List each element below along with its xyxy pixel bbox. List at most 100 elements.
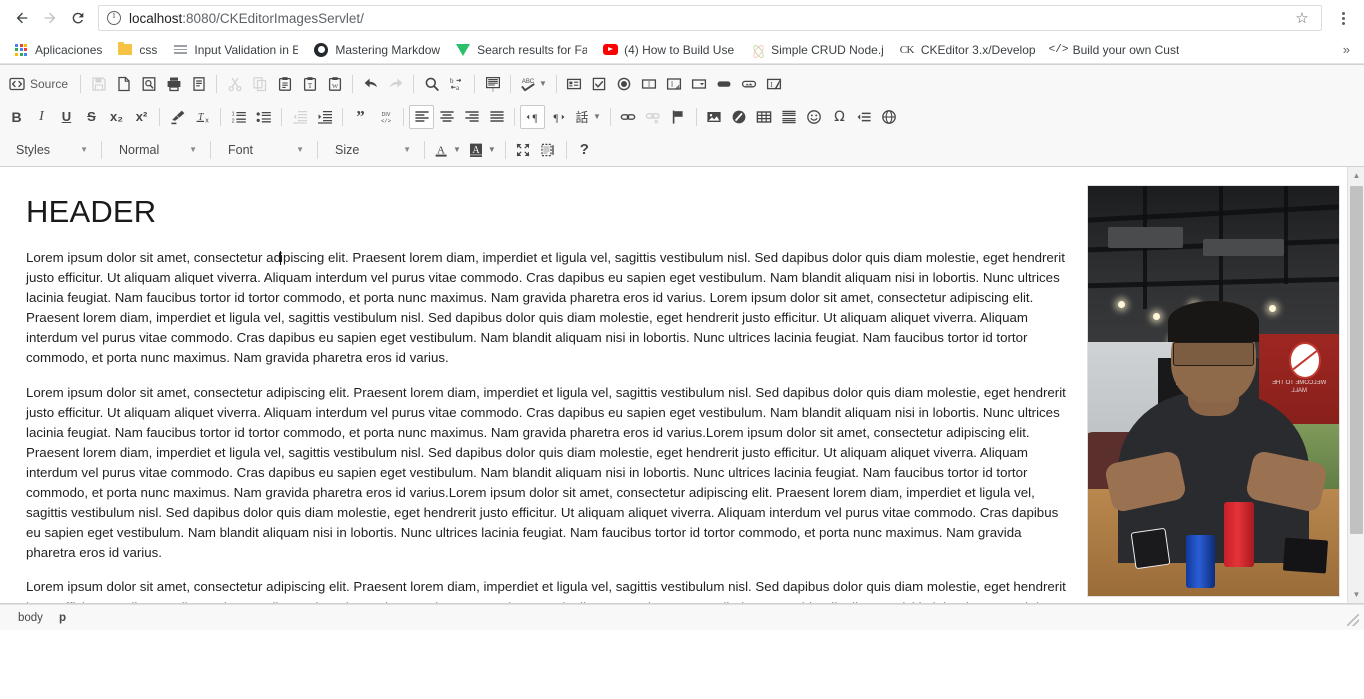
bookmark-css[interactable]: css — [110, 40, 164, 60]
checkbox-button[interactable] — [587, 72, 612, 96]
bookmark-build-your-own[interactable]: </> Build your own Cust — [1044, 40, 1187, 60]
link-button[interactable] — [616, 105, 641, 129]
strikethrough-button[interactable]: S — [79, 105, 104, 129]
language-button[interactable]: 話 ▼ — [570, 105, 605, 129]
back-icon[interactable] — [8, 4, 36, 32]
horizontal-rule-button[interactable] — [777, 105, 802, 129]
numbered-list-button[interactable]: 1 2 — [226, 105, 251, 129]
unlink-button[interactable] — [641, 105, 666, 129]
textarea-button[interactable]: I — [662, 72, 687, 96]
indent-button[interactable] — [312, 105, 337, 129]
scroll-down-arrow-icon[interactable]: ▼ — [1348, 586, 1364, 603]
chevron-down-icon[interactable]: ▼ — [593, 112, 601, 121]
site-info-icon[interactable] — [107, 10, 121, 25]
redo-button[interactable] — [383, 72, 408, 96]
content-scrollbar[interactable]: ▲ ▼ — [1347, 167, 1364, 603]
scroll-up-arrow-icon[interactable]: ▲ — [1348, 167, 1364, 184]
align-left-button[interactable] — [409, 104, 434, 129]
scrollbar-thumb[interactable] — [1350, 186, 1363, 534]
forward-icon[interactable] — [36, 4, 64, 32]
button-field-button[interactable] — [712, 72, 737, 96]
bold-button[interactable]: B — [4, 105, 29, 129]
table-button[interactable] — [752, 105, 777, 129]
italic-button[interactable]: I — [29, 105, 54, 129]
chevron-down-icon[interactable]: ▼ — [488, 145, 496, 154]
create-div-button[interactable]: DIV </> — [373, 105, 398, 129]
styles-dropdown[interactable]: Styles ▼ — [6, 137, 94, 163]
form-button[interactable] — [562, 72, 587, 96]
copy-button[interactable] — [247, 72, 272, 96]
select-field-button[interactable] — [687, 72, 712, 96]
hidden-field-button[interactable]: I — [762, 72, 787, 96]
apps-shortcut[interactable]: Aplicaciones — [6, 40, 109, 60]
bookmark-simple-crud-node[interactable]: Simple CRUD Node.j — [742, 40, 891, 60]
inserted-image[interactable]: GRANDE WELCOME TO THE MALL — [1087, 185, 1340, 597]
flash-button[interactable] — [727, 105, 752, 129]
new-page-button[interactable] — [111, 72, 136, 96]
align-justify-button[interactable] — [484, 105, 509, 129]
print-button[interactable] — [161, 72, 186, 96]
text-color-button[interactable]: A ▼ — [430, 138, 465, 162]
iframe-button[interactable] — [877, 105, 902, 129]
text-direction-ltr-button[interactable]: ¶ — [520, 104, 545, 129]
page-break-button[interactable] — [852, 105, 877, 129]
cut-button[interactable] — [222, 72, 247, 96]
bookmark-input-validation[interactable]: Input Validation in E — [165, 40, 305, 60]
editor-content-area[interactable]: GRANDE WELCOME TO THE MALL — [0, 167, 1364, 604]
font-dropdown[interactable]: Font ▼ — [218, 137, 310, 163]
align-right-button[interactable] — [459, 105, 484, 129]
chevron-down-icon[interactable]: ▼ — [539, 79, 547, 88]
address-bar[interactable]: localhost:8080/CKEditorImagesServlet/ ☆ — [98, 5, 1322, 31]
bookmark-mastering-markdown[interactable]: Mastering Markdow — [306, 40, 447, 60]
replace-button[interactable]: b a — [444, 72, 469, 96]
special-character-button[interactable]: Ω — [827, 105, 852, 129]
browser-chrome: localhost:8080/CKEditorImagesServlet/ ☆ … — [0, 0, 1364, 64]
bookmarks-overflow-icon[interactable]: » — [1335, 42, 1358, 57]
blockquote-button[interactable]: ” — [348, 105, 373, 129]
paste-from-word-button[interactable]: W — [322, 72, 347, 96]
remove-format-button[interactable] — [165, 105, 190, 129]
undo-button[interactable] — [358, 72, 383, 96]
bookmark-how-to-build[interactable]: (4) How to Build Use — [595, 40, 741, 60]
image-button[interactable] — [702, 105, 727, 129]
paste-as-text-button[interactable]: T — [297, 72, 322, 96]
font-size-dropdown[interactable]: Size ▼ — [325, 137, 417, 163]
superscript-button[interactable]: x² — [129, 105, 154, 129]
paste-button[interactable] — [272, 72, 297, 96]
remove-text-format-button[interactable]: T x — [190, 105, 215, 129]
spellcheck-button[interactable]: ABC ▼ — [516, 72, 551, 96]
subscript-button[interactable]: x₂ — [104, 105, 129, 129]
smiley-button[interactable] — [802, 105, 827, 129]
preview-button[interactable] — [136, 72, 161, 96]
three-dot-menu-icon[interactable] — [1330, 4, 1356, 32]
underline-button[interactable]: U — [54, 105, 79, 129]
maximize-button[interactable] — [511, 138, 536, 162]
select-all-button[interactable]: I — [480, 72, 505, 96]
elements-path-p[interactable]: p — [51, 612, 74, 624]
outdent-button[interactable] — [287, 105, 312, 129]
text-field-button[interactable]: I — [637, 72, 662, 96]
elements-path-body[interactable]: body — [10, 612, 51, 624]
bookmark-star-icon[interactable]: ☆ — [1291, 7, 1313, 29]
find-button[interactable] — [419, 72, 444, 96]
align-center-button[interactable] — [434, 105, 459, 129]
bulleted-list-button[interactable] — [251, 105, 276, 129]
background-color-button[interactable]: A ▼ — [465, 138, 500, 162]
source-button[interactable]: Source — [4, 72, 75, 96]
anchor-button[interactable] — [666, 105, 691, 129]
about-button[interactable]: ? — [572, 138, 597, 162]
bookmark-search-results[interactable]: Search results for Fa — [448, 40, 594, 60]
reload-icon[interactable] — [64, 4, 92, 32]
resize-grip-icon[interactable] — [1347, 614, 1359, 626]
save-button[interactable] — [86, 72, 111, 96]
paragraph-format-dropdown[interactable]: Normal ▼ — [109, 137, 203, 163]
document-body[interactable]: GRANDE WELCOME TO THE MALL — [0, 167, 1364, 603]
show-blocks-button[interactable] — [536, 138, 561, 162]
text-direction-rtl-button[interactable]: ¶ — [545, 105, 570, 129]
bookmark-ckeditor-dev[interactable]: CK CKEditor 3.x/Develop — [892, 40, 1043, 60]
templates-button[interactable] — [186, 72, 211, 96]
chevron-down-icon[interactable]: ▼ — [453, 145, 461, 154]
image-button-button[interactable] — [737, 72, 762, 96]
blockquote-icon: ” — [356, 106, 365, 126]
radio-button-button[interactable] — [612, 72, 637, 96]
